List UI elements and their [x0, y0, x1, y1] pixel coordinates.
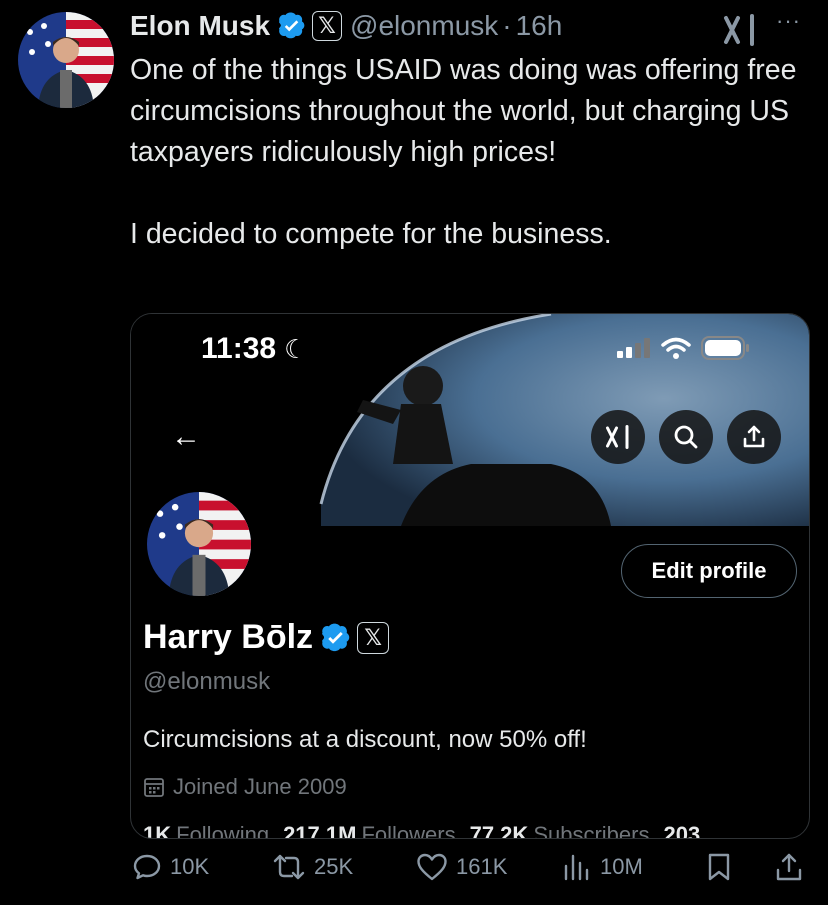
repost-button[interactable]: 25K	[272, 852, 353, 882]
following-stat[interactable]: 1K Following	[143, 822, 270, 839]
reply-button[interactable]: 10K	[132, 852, 209, 882]
grok-icon[interactable]	[722, 14, 758, 46]
views-icon	[564, 854, 589, 881]
share-tweet-button[interactable]	[774, 852, 812, 882]
repost-icon	[273, 854, 305, 880]
like-button[interactable]: 161K	[416, 852, 507, 882]
bookmark-icon	[708, 853, 730, 881]
subscribers-label: Subscribers	[533, 822, 650, 839]
tweet-text-paragraph-2: I decided to compete for the business.	[130, 218, 612, 250]
subscribers-count: 77.2K	[469, 822, 529, 839]
x-affiliate-badge: 𝕏	[312, 11, 343, 41]
share-icon	[743, 425, 765, 448]
x-affiliate-badge: 𝕏	[357, 621, 390, 654]
repost-count: 25K	[314, 854, 354, 879]
tweet-text-paragraph-1: One of the things USAID was doing was of…	[130, 54, 797, 168]
heart-icon	[417, 853, 447, 881]
separator-dot: ·	[502, 10, 512, 41]
share-icon	[776, 853, 802, 881]
subscribers-stat[interactable]: 77.2K Subscribers	[469, 822, 650, 839]
author-avatar[interactable]	[18, 12, 114, 108]
profile-joined: Joined June 2009	[143, 774, 347, 800]
status-bar-time: 11:38 ☾	[201, 332, 307, 366]
like-count: 161K	[456, 854, 508, 879]
wifi-icon	[661, 337, 691, 359]
battery-icon	[701, 336, 749, 360]
following-count: 1K	[143, 822, 172, 839]
profile-handle: @elonmusk	[143, 668, 271, 695]
joined-date-text: Joined June 2009	[173, 774, 347, 799]
status-time-text: 11:38	[201, 332, 277, 365]
profile-stats: 1K Following 217.1M Followers 77.2K Subscri…	[143, 822, 705, 839]
followers-stat[interactable]: 217.1M Followers	[283, 822, 456, 839]
status-bar-icons	[617, 336, 751, 360]
profile-name-row: Harry Bōlz 𝕏	[143, 618, 390, 657]
followers-label: Followers	[361, 822, 456, 839]
bookmark-button[interactable]	[706, 852, 740, 882]
reply-count: 10K	[170, 854, 210, 879]
profile-display-name: Harry Bōlz	[143, 618, 314, 656]
author-name[interactable]: Elon Musk	[130, 10, 270, 42]
tweet-timestamp[interactable]: 16h	[516, 10, 563, 42]
grok-button[interactable]	[591, 410, 645, 464]
grok-icon	[606, 425, 629, 449]
verified-badge-icon	[322, 623, 350, 651]
more-options-icon[interactable]: ···	[776, 8, 801, 34]
tweet-text: One of the things USAID was doing was of…	[130, 50, 800, 255]
followers-count: 217.1M	[283, 822, 357, 839]
calendar-icon	[144, 778, 164, 797]
moon-icon: ☾	[284, 333, 308, 364]
edit-profile-button[interactable]: Edit profile	[621, 544, 797, 598]
media-card[interactable]: 11:38 ☾ ← Edit profile Harry Bōlz 𝕏 @elo…	[130, 313, 810, 839]
tweet-action-bar: 10K 25K 161K 10M	[130, 852, 810, 896]
reply-icon	[133, 854, 161, 880]
signal-icon	[617, 338, 650, 358]
views-button[interactable]: 10M	[562, 852, 643, 882]
extra-stat-count: 203	[663, 822, 701, 839]
search-button[interactable]	[659, 410, 713, 464]
views-count: 10M	[600, 854, 643, 879]
back-arrow-icon[interactable]: ←	[171, 420, 201, 454]
search-icon	[674, 425, 698, 449]
author-handle[interactable]: @elonmusk	[350, 10, 498, 42]
share-button[interactable]	[727, 410, 781, 464]
tweet-header: Elon Musk 𝕏 @elonmusk · 16h	[130, 8, 562, 44]
profile-avatar[interactable]	[143, 488, 255, 600]
following-label: Following	[176, 822, 270, 839]
profile-bio: Circumcisions at a discount, now 50% off…	[143, 726, 587, 753]
verified-badge-icon	[279, 12, 305, 39]
